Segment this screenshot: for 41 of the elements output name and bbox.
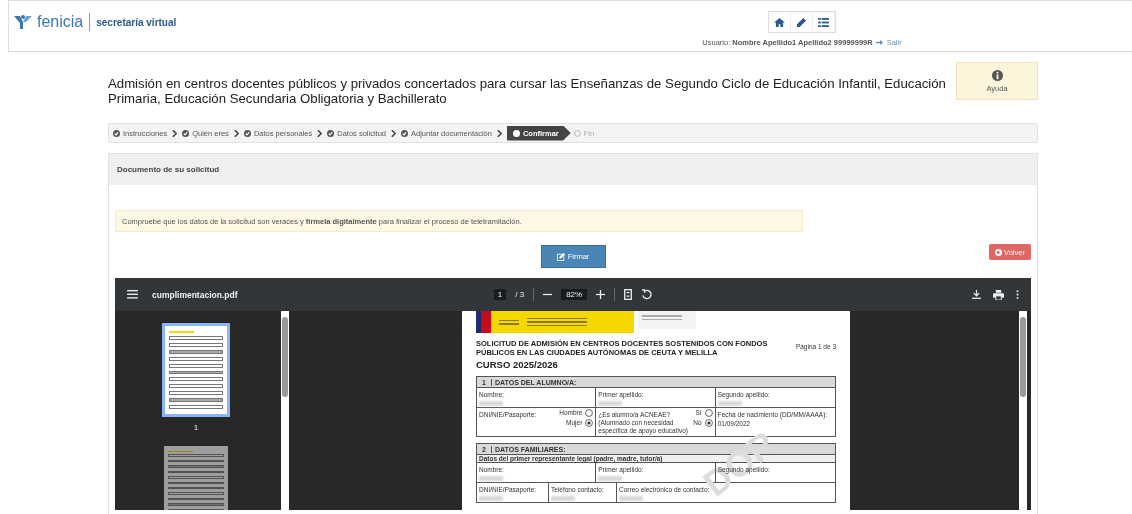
scrollbar[interactable] bbox=[281, 311, 289, 510]
chevron-icon bbox=[317, 129, 323, 137]
page-thumbnail[interactable] bbox=[164, 446, 228, 510]
rotate-icon[interactable] bbox=[641, 289, 653, 300]
empty-circle-icon bbox=[573, 129, 581, 137]
check-circle-icon bbox=[327, 129, 335, 137]
list-icon bbox=[818, 17, 829, 27]
page-title: Admisión en centros docentes públicos y privados concertados para cursar las Enseñanzas de Segundo Ciclo de Educación Infantil, Educación Primaria, Educación Secundaria Obligatoria y Bachillerato bbox=[108, 76, 947, 106]
print-icon[interactable] bbox=[993, 289, 1004, 300]
page-thumbnail[interactable] bbox=[162, 323, 230, 417]
pencil-icon bbox=[797, 17, 806, 27]
scrollbar[interactable] bbox=[1019, 311, 1027, 510]
page-total: / 3 bbox=[515, 290, 525, 299]
info-icon bbox=[991, 69, 1003, 81]
course-title: CURSO 2025/2026 bbox=[476, 359, 559, 370]
chevron-icon bbox=[391, 129, 397, 137]
edit-icon bbox=[556, 252, 565, 261]
panel-title: Documento de su solicitud bbox=[117, 165, 220, 174]
chevron-icon bbox=[496, 129, 502, 137]
fit-page-icon[interactable] bbox=[624, 289, 633, 300]
logo-text: fenicia bbox=[37, 13, 91, 31]
file-name: cumplimentacion.pdf bbox=[152, 289, 238, 300]
check-circle-icon bbox=[113, 129, 120, 137]
chevron-icon bbox=[233, 129, 239, 137]
app-name: secretaría virtual bbox=[95, 16, 177, 28]
zoom-in-icon[interactable] bbox=[596, 290, 606, 299]
page-number-label: 1 bbox=[193, 423, 199, 432]
zoom-level-field[interactable]: 82% bbox=[561, 289, 588, 300]
check-circle-icon bbox=[182, 129, 190, 137]
logo-icon bbox=[13, 14, 33, 30]
dot-icon bbox=[512, 129, 520, 137]
page-number-field[interactable]: 1 bbox=[493, 289, 507, 300]
download-icon[interactable] bbox=[972, 290, 981, 299]
check-circle-icon bbox=[243, 129, 251, 137]
check-circle-icon bbox=[401, 129, 409, 137]
back-arrow-icon bbox=[995, 248, 1003, 256]
menu-icon[interactable] bbox=[127, 290, 138, 299]
home-icon bbox=[774, 17, 785, 27]
more-icon[interactable] bbox=[1016, 289, 1019, 300]
logout-icon[interactable] bbox=[875, 39, 884, 46]
chevron-icon bbox=[172, 129, 178, 137]
